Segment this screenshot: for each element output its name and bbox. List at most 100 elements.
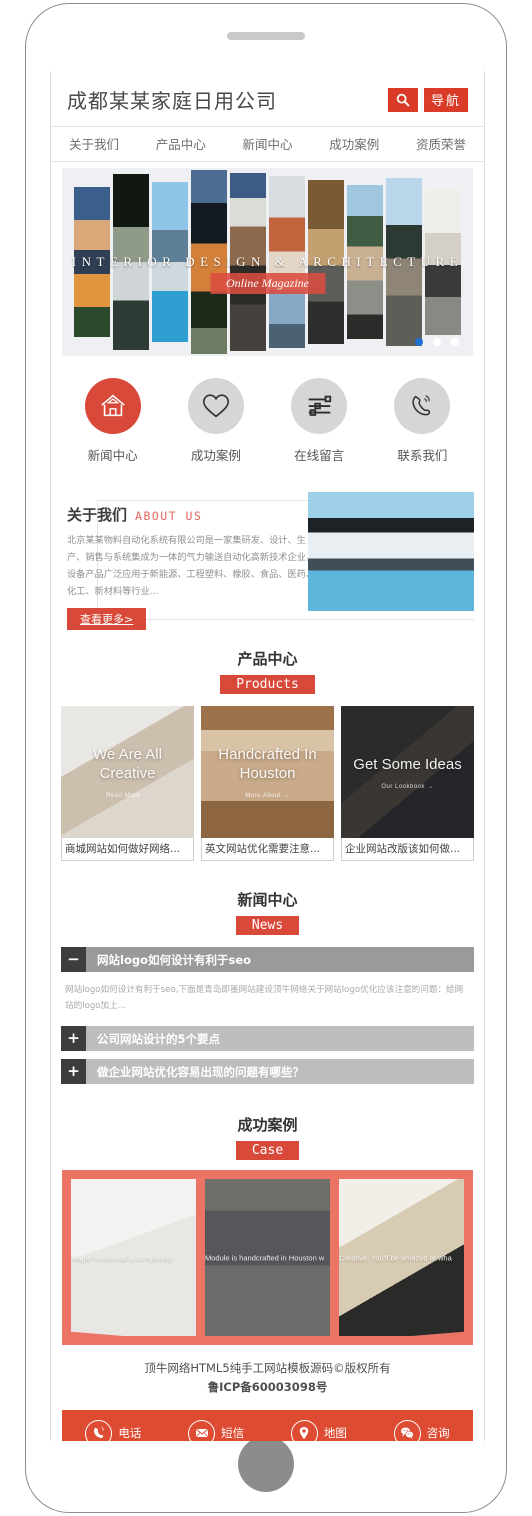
accordion-header[interactable]: − 网站logo如何设计有利于seo (61, 947, 474, 972)
bottom-action-map-label: 地图 (323, 1426, 347, 1440)
quick-link-message[interactable]: 在线留言 (273, 378, 365, 464)
product-card[interactable]: Get Some Ideas Our Lookbook → 企业网站改版该如何做… (341, 706, 474, 861)
case-caption: Maple hardwood is completely (71, 1253, 172, 1262)
map-pin-icon (300, 1427, 309, 1439)
strip-10 (425, 189, 461, 335)
main-nav: 关于我们 产品中心 新闻中心 成功案例 资质荣誉 (51, 126, 484, 162)
strip-5 (230, 173, 266, 351)
about-title-cn: 关于我们 (67, 506, 128, 524)
product-caption[interactable]: 企业网站改版该如何做... (341, 838, 474, 861)
case-card[interactable]: Maple hardwood is completely (71, 1179, 196, 1336)
quick-links-grid: 新闻中心 成功案例 在线留言 联系我们 (51, 356, 484, 482)
nav-item-about[interactable]: 关于我们 (69, 134, 119, 153)
nav-item-products[interactable]: 产品中心 (156, 134, 206, 153)
hero-carousel[interactable]: INTERIOR DESIGN & ARCHITECTURE Online Ma… (62, 168, 473, 356)
site-title: 成都某某家庭日用公司 (67, 89, 277, 113)
phone-speaker (227, 32, 305, 40)
wechat-icon (401, 1427, 414, 1439)
accordion-title: 公司网站设计的5个要点 (97, 1031, 221, 1046)
phone-handset-icon (93, 1426, 104, 1438)
plus-icon: + (61, 1059, 86, 1084)
cases-section-heading: 成功案例 Case (51, 1100, 484, 1168)
product-overlay-title: We Are All Creative (93, 746, 162, 782)
home-icon (100, 394, 125, 417)
nav-item-cases[interactable]: 成功案例 (329, 134, 379, 153)
carousel-dot-2[interactable] (433, 338, 441, 346)
copyright-block: 顶牛网络HTML5纯手工网站模板源码©版权所有 鲁ICP备60003098号 (51, 1345, 484, 1410)
bottom-action-map[interactable]: 地图 (290, 1419, 347, 1441)
news-section-heading: 新闻中心 News (51, 875, 484, 943)
nav-toggle-button[interactable]: 导航 (423, 87, 468, 112)
accordion-header[interactable]: + 公司网站设计的5个要点 (61, 1026, 474, 1051)
copyright-line-2[interactable]: 鲁ICP备60003098号 (51, 1378, 484, 1397)
about-section: 关于我们 ABOUT US 北京某某物料自动化系统有限公司是一家集研发、设计、生… (51, 482, 484, 634)
accordion-title: 网站logo如何设计有利于seo (97, 952, 252, 967)
bottom-action-consult-ring (393, 1419, 421, 1441)
header-actions: 导航 (387, 87, 468, 112)
phone-home-button[interactable] (238, 1436, 294, 1492)
quick-link-news-circle (84, 378, 141, 434)
bottom-action-phone[interactable]: 电话 (85, 1419, 141, 1441)
product-overlay-sub: Our Lookbook → (381, 783, 434, 790)
product-caption[interactable]: 英文网站优化需要注意... (201, 838, 334, 861)
minus-icon: − (61, 947, 86, 972)
cases-title-cn: 成功案例 (237, 1116, 298, 1134)
cases-title-en: Case (235, 1141, 300, 1160)
search-button[interactable] (387, 87, 418, 112)
product-overlay-title: Handcrafted In Houston (218, 746, 317, 782)
product-overlay-title: Get Some Ideas (353, 755, 462, 773)
bottom-action-consult[interactable]: 咨询 (393, 1419, 450, 1441)
strip-1 (74, 187, 110, 337)
site-header: 成都某某家庭日用公司 导航 (51, 71, 484, 126)
product-overlay-sub: Read More → (106, 793, 149, 799)
product-caption[interactable]: 商城网站如何做好网络... (61, 838, 194, 861)
about-more-button[interactable]: 查看更多> (67, 608, 147, 630)
quick-link-contact[interactable]: 联系我们 (376, 378, 468, 464)
phone-mockup: 成都某某家庭日用公司 导航 关于我们 产品中心 新闻中心 成功案例 资质荣誉 I… (25, 3, 507, 1513)
bottom-action-sms[interactable]: 短信 (188, 1419, 245, 1441)
product-image: We Are All Creative Read More → (61, 706, 194, 838)
plus-icon: + (61, 1026, 86, 1051)
quick-link-cases-circle (187, 378, 244, 434)
quick-link-contact-circle (394, 378, 451, 434)
carousel-dot-3[interactable] (451, 338, 459, 346)
strip-8 (347, 185, 383, 339)
quick-link-news[interactable]: 新闻中心 (67, 378, 159, 464)
product-card[interactable]: Handcrafted In Houston More About → 英文网站… (201, 706, 334, 861)
website-screen: 成都某某家庭日用公司 导航 关于我们 产品中心 新闻中心 成功案例 资质荣誉 I… (50, 71, 485, 1441)
news-title-en: News (235, 916, 300, 935)
search-icon (396, 93, 410, 106)
case-caption: Creative. You'll be amazed at wha (339, 1253, 452, 1262)
quick-link-message-circle (291, 378, 348, 434)
products-title-cn: 产品中心 (237, 650, 298, 668)
quick-link-contact-label: 联系我们 (397, 448, 448, 463)
product-image: Handcrafted In Houston More About → (201, 706, 334, 838)
about-title-en: ABOUT US (135, 509, 203, 523)
carousel-image-strips (62, 168, 473, 356)
case-card[interactable]: Module is handcrafted in Houston w (205, 1179, 330, 1336)
products-grid: We Are All Creative Read More → 商城网站如何做好… (51, 702, 484, 875)
case-card[interactable]: Creative. You'll be amazed at wha (339, 1179, 464, 1336)
bottom-action-sms-label: 短信 (221, 1426, 245, 1440)
quick-link-cases-label: 成功案例 (190, 448, 241, 463)
case-caption: Module is handcrafted in Houston w (205, 1253, 325, 1262)
cases-band: Maple hardwood is completely Module is h… (62, 1170, 473, 1345)
accordion-title: 做企业网站优化容易出现的问题有哪些？ (97, 1064, 304, 1079)
bottom-action-bar: 电话 短信 地图 咨询 (62, 1410, 473, 1441)
carousel-dot-1[interactable] (415, 338, 423, 346)
bottom-action-phone-ring (85, 1419, 113, 1441)
quick-link-message-label: 在线留言 (294, 448, 345, 463)
sliders-icon (308, 395, 332, 416)
strip-3 (152, 182, 188, 342)
carousel-banner-badge: Online Magazine (210, 273, 325, 295)
strip-7 (308, 180, 344, 344)
products-section-heading: 产品中心 Products (51, 634, 484, 702)
product-card[interactable]: We Are All Creative Read More → 商城网站如何做好… (61, 706, 194, 861)
nav-item-honors[interactable]: 资质荣誉 (416, 134, 466, 153)
carousel-dots (415, 338, 459, 346)
quick-link-cases[interactable]: 成功案例 (170, 378, 262, 464)
accordion-body: 网站logo如何设计有利于seo,下面是青岛即墨网站建设顶牛网络关于网站logo… (65, 985, 464, 1011)
nav-item-news[interactable]: 新闻中心 (242, 134, 292, 153)
accordion-header[interactable]: + 做企业网站优化容易出现的问题有哪些？ (61, 1059, 474, 1084)
news-accordion: − 网站logo如何设计有利于seo 网站logo如何设计有利于seo,下面是青… (51, 943, 484, 1100)
